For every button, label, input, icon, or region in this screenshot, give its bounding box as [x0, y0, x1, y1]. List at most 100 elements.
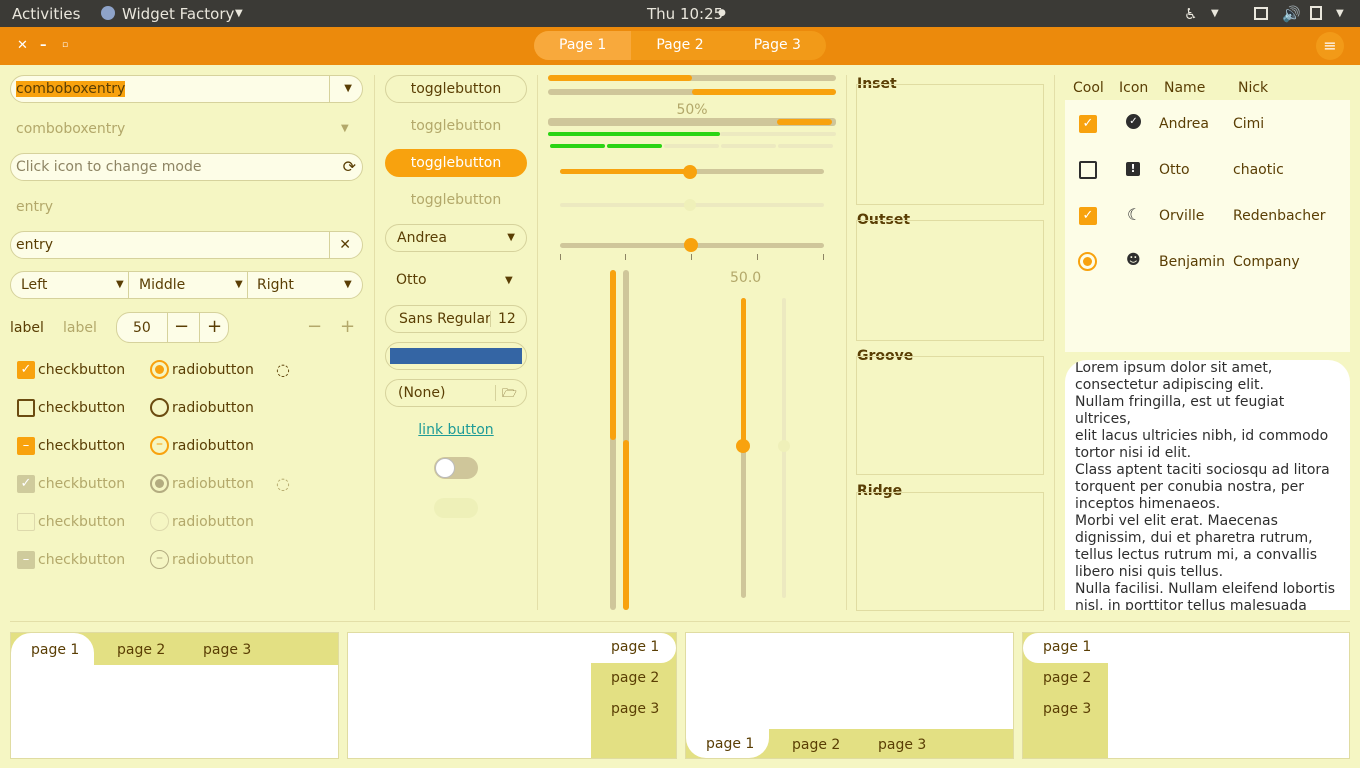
vscale-1-knob[interactable] — [736, 439, 750, 453]
chevron-down-icon[interactable]: ▼ — [116, 272, 124, 298]
column-icon[interactable]: Icon — [1119, 80, 1148, 96]
row-cool-checkbox[interactable]: ✓ — [1079, 115, 1097, 133]
minimize-icon[interactable]: – — [40, 38, 47, 53]
combo-middle[interactable]: Middle — [139, 272, 185, 298]
checkbutton-label[interactable]: checkbutton — [38, 362, 125, 378]
color-button[interactable] — [385, 342, 527, 370]
text-line[interactable]: torquent per conubia nostra, per — [1075, 479, 1342, 496]
hscale-1-knob[interactable] — [683, 165, 697, 179]
row-name[interactable]: Andrea — [1159, 116, 1209, 132]
link-button[interactable]: link button — [385, 422, 527, 438]
notebook-top-tab-2[interactable]: page 2 — [117, 642, 165, 658]
combo-andrea[interactable]: Andrea ▼ — [385, 224, 527, 252]
notebook-left-tab-2[interactable]: page 2 — [1043, 670, 1091, 686]
row-nick[interactable]: Redenbacher — [1233, 208, 1326, 224]
text-line[interactable]: Nulla facilisi. Nullam eleifend lobortis — [1075, 581, 1342, 598]
checkbutton-label[interactable]: checkbutton — [38, 400, 125, 416]
text-line[interactable]: Class aptent taciti sociosqu ad litora — [1075, 462, 1342, 479]
row-name[interactable]: Otto — [1159, 162, 1190, 178]
notebook-top-tab-3[interactable]: page 3 — [203, 642, 251, 658]
chevron-down-icon[interactable]: ▼ — [344, 272, 352, 298]
radio-selected[interactable] — [150, 360, 169, 379]
toggle-button[interactable]: togglebutton — [385, 75, 527, 103]
window-icon[interactable] — [1254, 7, 1268, 20]
row-cool-checkbox[interactable] — [1079, 161, 1097, 179]
text-line[interactable]: nisl, in porttitor tellus malesuada vita… — [1075, 598, 1342, 610]
hamburger-menu-button[interactable]: ≡ — [1316, 32, 1344, 60]
text-line[interactable]: dignissim, dui et pharetra rutrum, — [1075, 530, 1342, 547]
accessibility-icon[interactable]: ♿ — [1184, 5, 1197, 23]
notebook-right-tab-3[interactable]: page 3 — [611, 701, 659, 717]
combobox-entry[interactable]: comboboxentry ▼ — [10, 75, 363, 103]
accessibility-menu-arrow-icon[interactable]: ▼ — [1211, 8, 1219, 19]
text-line[interactable]: tortor nisi id elit. — [1075, 445, 1342, 462]
app-menu-arrow-icon[interactable]: ▼ — [235, 8, 243, 19]
radio-mixed[interactable]: – — [150, 436, 169, 455]
toggle-button-flat[interactable]: togglebutton — [385, 118, 527, 134]
chevron-down-icon[interactable]: ▼ — [505, 275, 513, 286]
notebook-left-tab-1[interactable]: page 1 — [1043, 639, 1091, 655]
tab-page-3[interactable]: Page 3 — [729, 31, 826, 60]
radiobutton-label[interactable]: radiobutton — [172, 400, 254, 416]
switch-off[interactable] — [434, 457, 478, 479]
text-line[interactable]: tellus lectus rutrum mi, a convallis — [1075, 547, 1342, 564]
notebook-bottom-tab-3[interactable]: page 3 — [878, 737, 926, 753]
text-line[interactable]: Nullam fringilla, est ut feugiat ultrice… — [1075, 394, 1342, 428]
app-menu[interactable]: Widget Factory — [122, 5, 234, 23]
close-icon[interactable]: ✕ — [17, 38, 28, 53]
refresh-icon[interactable]: ⟳ — [343, 154, 356, 180]
clear-icon[interactable]: ✕ — [339, 232, 351, 258]
row-nick[interactable]: Cimi — [1233, 116, 1264, 132]
tab-page-2[interactable]: Page 2 — [631, 31, 728, 60]
notebook-bottom-tab-1[interactable]: page 1 — [706, 736, 754, 752]
spin-value[interactable]: 50 — [133, 315, 151, 341]
battery-icon[interactable] — [1310, 6, 1322, 20]
chevron-down-icon[interactable]: ▼ — [235, 272, 243, 298]
checkbox-mixed[interactable]: – — [17, 437, 35, 455]
text-line[interactable]: elit lacus ultricies nibh, id commodo — [1075, 428, 1342, 445]
font-button[interactable]: Sans Regular 12 — [385, 305, 527, 333]
notebook-right-tab-2[interactable]: page 2 — [611, 670, 659, 686]
row-cool-checkbox[interactable]: ✓ — [1079, 207, 1097, 225]
tab-page-1[interactable]: Page 1 — [534, 31, 632, 60]
text-entry-value[interactable]: entry — [16, 237, 53, 253]
text-view[interactable]: Lorem ipsum dolor sit amet, consectetur a… — [1065, 360, 1350, 610]
text-line[interactable]: Lorem ipsum dolor sit amet, — [1075, 360, 1342, 377]
file-chooser-button[interactable]: (None) 🗁 — [385, 379, 527, 407]
column-nick[interactable]: Nick — [1238, 80, 1268, 96]
notebook-left-tab-3[interactable]: page 3 — [1043, 701, 1091, 717]
checkbox-unchecked[interactable] — [17, 399, 35, 417]
radiobutton-label[interactable]: radiobutton — [172, 362, 254, 378]
row-name[interactable]: Benjamin — [1159, 254, 1225, 270]
text-entry[interactable]: entry ✕ — [10, 231, 363, 259]
notebook-top-tab-1[interactable]: page 1 — [31, 642, 79, 658]
minus-icon[interactable]: − — [174, 314, 189, 340]
checkbutton-label[interactable]: checkbutton — [38, 438, 125, 454]
text-line[interactable]: consectetur adipiscing elit. — [1075, 377, 1342, 394]
toggle-button-active[interactable]: togglebutton — [385, 149, 527, 177]
text-line[interactable]: Morbi vel elit erat. Maecenas — [1075, 513, 1342, 530]
plus-icon[interactable]: + — [207, 314, 222, 340]
radio-unselected[interactable] — [150, 398, 169, 417]
text-line[interactable]: inceptos himenaeos. — [1075, 496, 1342, 513]
row-name[interactable]: Orville — [1159, 208, 1204, 224]
text-line[interactable]: libero nisi quis tellus. — [1075, 564, 1342, 581]
row-cool-radio[interactable] — [1078, 252, 1097, 271]
combo-otto[interactable]: Otto — [396, 272, 427, 288]
mode-entry[interactable]: Click icon to change mode ⟳ — [10, 153, 363, 181]
combo-right[interactable]: Right — [257, 272, 294, 298]
column-cool[interactable]: Cool — [1073, 80, 1104, 96]
clock[interactable]: Thu 10:25 — [647, 5, 723, 23]
row-nick[interactable]: Company — [1233, 254, 1300, 270]
volume-icon[interactable]: 🔊 — [1282, 5, 1301, 23]
column-name[interactable]: Name — [1164, 80, 1205, 96]
notebook-bottom-tab-2[interactable]: page 2 — [792, 737, 840, 753]
activities-button[interactable]: Activities — [12, 5, 80, 23]
maximize-icon[interactable]: ▫ — [62, 40, 68, 50]
text-view-content[interactable]: Lorem ipsum dolor sit amet, consectetur a… — [1075, 360, 1342, 610]
system-menu-arrow-icon[interactable]: ▼ — [1336, 8, 1344, 19]
notebook-right-tab-1[interactable]: page 1 — [611, 639, 659, 655]
hscale-3-knob[interactable] — [684, 238, 698, 252]
checkbox-checked[interactable]: ✓ — [17, 361, 35, 379]
row-nick[interactable]: chaotic — [1233, 162, 1284, 178]
